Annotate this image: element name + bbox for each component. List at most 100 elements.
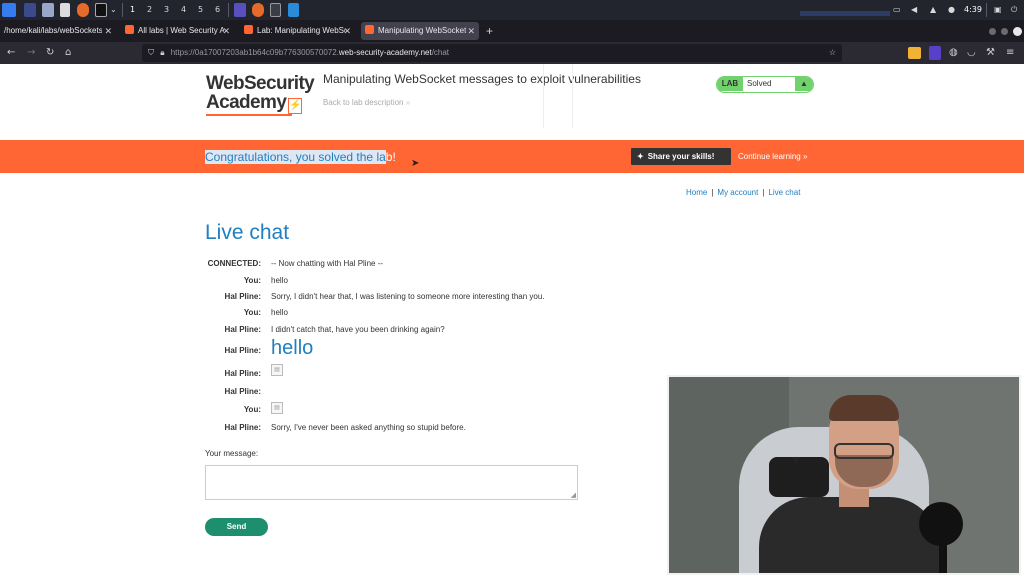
logo-underline [206, 114, 292, 116]
continue-label: Continue learning [738, 152, 801, 161]
panel-separator [228, 3, 229, 17]
home-link[interactable]: Home [686, 188, 707, 197]
volume-icon[interactable]: ◀ [911, 5, 917, 14]
tab-label: All labs | Web Security Ac [138, 26, 224, 35]
logo-line1: WebSecurity [206, 73, 315, 94]
os-top-panel: ⌄ 1 2 3 4 5 6 ▭ ◀ ▲ ● 4:39 ▣ ⏻ [0, 0, 1024, 20]
chat-message-injected-h1: hello [271, 337, 314, 359]
terminal-window-icon[interactable] [270, 3, 281, 17]
tab-lab[interactable]: Lab: Manipulating WebSo ✕ [241, 22, 355, 40]
broken-image-icon: ▤ [271, 402, 283, 414]
workspace-3[interactable]: 3 [164, 5, 169, 14]
back-link-label: Back to lab description [323, 98, 404, 107]
lock-icon[interactable]: 🔒︎ [160, 48, 164, 57]
terminal-icon[interactable] [95, 3, 107, 17]
home-icon[interactable]: ⌂ [65, 46, 71, 60]
portswigger-favicon-icon [125, 25, 134, 34]
screen-icon[interactable]: ▭ [893, 5, 901, 14]
menu-icon[interactable]: ≡ [1006, 46, 1014, 60]
firefox-window-icon[interactable] [252, 3, 264, 17]
congrats-rest-text: b! [385, 150, 396, 164]
congratulations-message: Congratulations, you solved the lab! [205, 150, 396, 164]
tab-label: Lab: Manipulating WebSo [257, 26, 345, 35]
chat-message: I didn't catch that, have you been drink… [271, 325, 445, 334]
back-to-lab-link[interactable]: Back to lab description » [323, 98, 410, 107]
live-chat-link[interactable]: Live chat [768, 188, 800, 197]
browser-tab-bar: /home/kali/labs/webSockets ✕ All labs | … [0, 20, 1024, 42]
reload-icon[interactable]: ↻ [46, 46, 54, 60]
share-skills-button[interactable]: ✦ Share your skills! [631, 148, 731, 165]
url-bar[interactable]: ⛉ 🔒︎ https://0a17007203ab1b64c09b7763005… [142, 44, 842, 62]
text-editor-icon[interactable] [60, 3, 70, 17]
tab-all-labs[interactable]: All labs | Web Security Ac ✕ [122, 22, 234, 40]
workspace-5[interactable]: 5 [198, 5, 203, 14]
browser-nav-bar: ← → ↻ ⌂ ⛉ 🔒︎ https://0a17007203ab1b64c09… [0, 42, 1024, 64]
kali-menu-icon[interactable] [2, 3, 16, 17]
workspace-4[interactable]: 4 [181, 5, 186, 14]
portswigger-favicon-icon [365, 25, 374, 34]
workspace-6[interactable]: 6 [215, 5, 220, 14]
minimize-icon[interactable] [989, 28, 996, 35]
chat-message: Sorry, I've never been asked anything so… [271, 423, 466, 432]
double-chevron-icon: » [405, 98, 411, 107]
divider [543, 64, 544, 128]
close-window-icon[interactable] [1013, 27, 1022, 36]
extension-icon[interactable] [929, 46, 941, 60]
chat-sender: You: [243, 405, 261, 414]
nav-separator: | [762, 188, 765, 197]
chat-message: Sorry, I didn't hear that, I was listeni… [271, 292, 545, 301]
resize-grip-icon[interactable]: ◢ [571, 491, 576, 499]
firefox-icon[interactable] [77, 3, 89, 17]
bookmark-star-icon[interactable]: ☆ [829, 44, 836, 62]
message-label: Your message: [205, 449, 259, 458]
chat-sender: Hal Pline: [224, 346, 261, 355]
containers-icon[interactable]: ◍ [949, 46, 958, 60]
clock[interactable]: 4:39 [964, 5, 982, 14]
workspace-2[interactable]: 2 [147, 5, 152, 14]
chat-sender: CONNECTED: [207, 259, 261, 268]
back-arrow-icon[interactable]: ← [7, 46, 15, 60]
chair-logo-icon: ▼ [789, 452, 803, 468]
lock-icon[interactable]: ▣ [994, 5, 1002, 14]
twitter-icon: ✦ [637, 152, 644, 161]
power-status-icon[interactable]: ● [948, 5, 955, 14]
lab-status-widget: LAB Solved ▲ [716, 76, 814, 93]
chat-message: -- Now chatting with Hal Pline -- [271, 259, 384, 268]
burp-icon[interactable] [234, 3, 246, 17]
panel-separator [122, 3, 123, 17]
file-manager-icon[interactable] [42, 3, 54, 17]
lab-badge: LAB [717, 77, 743, 91]
my-account-link[interactable]: My account [717, 188, 758, 197]
network-graph [800, 11, 890, 16]
vscode-icon[interactable] [288, 3, 299, 17]
share-label: Share your skills! [647, 152, 715, 161]
close-icon[interactable]: ✕ [222, 22, 230, 40]
continue-learning-link[interactable]: Continue learning » [738, 152, 807, 161]
chevron-down-icon[interactable]: ⌄ [110, 5, 117, 14]
web-security-academy-logo[interactable]: WebSecurity Academy ⚡ [206, 73, 315, 116]
send-button[interactable]: Send [205, 518, 268, 536]
broken-image-icon: ▤ [271, 364, 283, 376]
presenter-hair [829, 395, 899, 421]
close-icon[interactable]: ✕ [104, 22, 112, 40]
foxyproxy-icon[interactable] [908, 47, 921, 59]
chat-sender: You: [243, 276, 261, 285]
shield-icon[interactable]: ⛉ [148, 48, 154, 57]
maximize-icon[interactable] [1001, 28, 1008, 35]
close-icon[interactable]: ✕ [343, 22, 351, 40]
url-path: /chat [431, 48, 450, 57]
forward-arrow-icon[interactable]: → [27, 46, 35, 60]
message-textarea[interactable]: ◢ [205, 465, 578, 500]
wrench-icon[interactable]: ⚒ [986, 46, 995, 60]
chat-message: hello [271, 276, 288, 285]
desktop-icon[interactable] [24, 3, 36, 17]
bell-icon[interactable]: ▲ [930, 5, 936, 14]
tab-file[interactable]: /home/kali/labs/webSockets ✕ [4, 22, 116, 40]
logout-icon[interactable]: ⏻ [1011, 5, 1017, 15]
microphone-arm [939, 537, 947, 573]
pocket-icon[interactable]: ◡ [967, 46, 976, 60]
new-tab-plus-icon[interactable]: + [486, 22, 500, 40]
tab-manipulating-websocket[interactable]: Manipulating WebSocket ✕ [361, 22, 479, 40]
workspace-1[interactable]: 1 [130, 5, 135, 14]
close-icon[interactable]: ✕ [467, 22, 475, 40]
